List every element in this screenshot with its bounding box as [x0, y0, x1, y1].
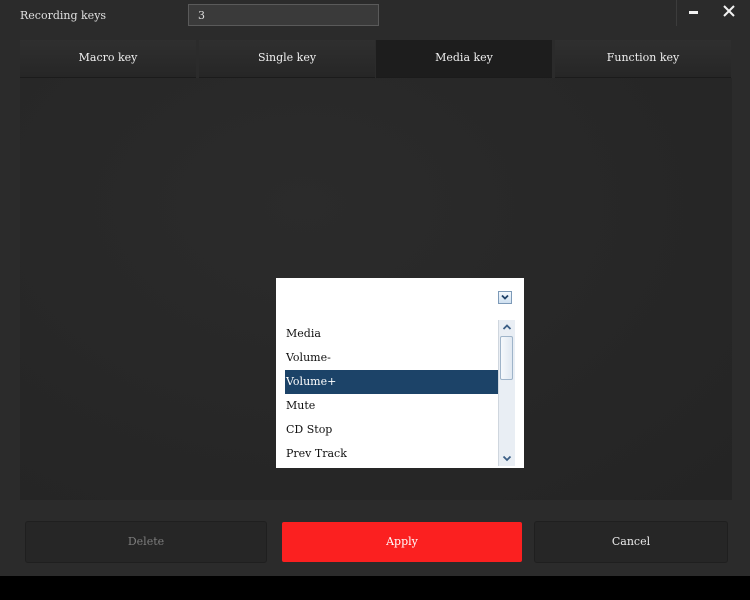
close-icon	[723, 5, 735, 17]
dropdown-toggle-button[interactable]	[498, 291, 512, 304]
title-bar: Recording keys 3	[0, 0, 750, 32]
cancel-button[interactable]: Cancel	[535, 522, 727, 562]
chevron-down-icon	[501, 294, 509, 300]
minimize-icon	[689, 11, 698, 14]
dropdown-scrollbar[interactable]	[498, 320, 515, 466]
scroll-down-icon[interactable]	[501, 452, 513, 464]
key-type-tabs: Macro key Single key Media key Function …	[20, 40, 732, 78]
scroll-up-icon[interactable]	[501, 321, 513, 333]
scrollbar-thumb[interactable]	[500, 336, 513, 380]
recording-keys-input[interactable]: 3	[188, 4, 379, 26]
close-button[interactable]	[712, 0, 746, 26]
dropdown-option-list: Media Volume- Volume+ Mute CD Stop Prev …	[285, 320, 498, 466]
option-volume-up[interactable]: Volume+	[285, 370, 498, 394]
option-cd-stop[interactable]: CD Stop	[285, 418, 498, 442]
recording-keys-window: Recording keys 3 Macro key Single key Me…	[0, 0, 750, 576]
option-mute[interactable]: Mute	[285, 394, 498, 418]
option-media[interactable]: Media	[285, 322, 498, 346]
apply-button[interactable]: Apply	[282, 522, 522, 562]
recording-keys-label: Recording keys	[20, 9, 107, 22]
option-volume-down[interactable]: Volume-	[285, 346, 498, 370]
tab-macro-key[interactable]: Macro key	[20, 40, 196, 78]
media-key-dropdown[interactable]: Media Volume- Volume+ Mute CD Stop Prev …	[276, 278, 524, 468]
delete-button[interactable]: Delete	[26, 522, 266, 562]
minimize-button[interactable]	[676, 0, 711, 26]
option-prev-track[interactable]: Prev Track	[285, 442, 498, 466]
tab-single-key[interactable]: Single key	[199, 40, 375, 78]
tab-function-key[interactable]: Function key	[555, 40, 731, 78]
tab-media-key[interactable]: Media key	[376, 40, 552, 78]
